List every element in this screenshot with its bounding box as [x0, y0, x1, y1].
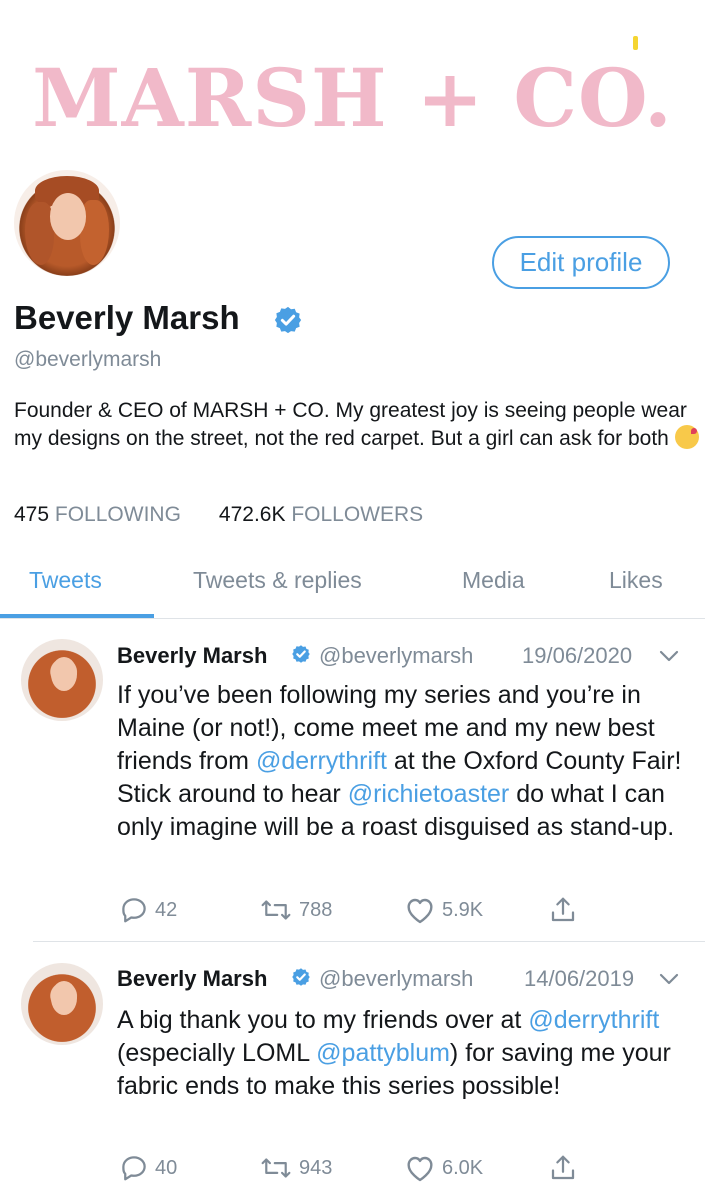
- tweet-text-part: A big thank you to my friends over at: [117, 1006, 529, 1034]
- mention-link[interactable]: @derrythrift: [528, 1006, 659, 1034]
- chevron-down-icon[interactable]: [659, 972, 679, 986]
- verified-icon: [274, 306, 302, 334]
- tab-tweets-replies[interactable]: Tweets & replies: [193, 567, 362, 594]
- tweet-avatar[interactable]: [21, 639, 103, 721]
- tweet-author-handle[interactable]: @beverlymarsh: [319, 643, 473, 669]
- verified-icon: [292, 968, 310, 986]
- heart-icon: [407, 898, 433, 924]
- banner-logo: MARSH + CO.: [32, 51, 673, 145]
- share-icon: [551, 897, 575, 922]
- profile-handle: @beverlymarsh: [14, 348, 162, 371]
- tweet-author-name[interactable]: Beverly Marsh: [117, 643, 267, 669]
- tab-media[interactable]: Media: [462, 567, 525, 594]
- like-count: 5.9K: [442, 898, 484, 921]
- retweet-icon: [261, 900, 291, 920]
- reply-count: 42: [155, 898, 178, 921]
- retweet-count: 943: [299, 1156, 333, 1179]
- tweet-author-handle[interactable]: @beverlymarsh: [319, 966, 473, 992]
- like-button[interactable]: 6.0K: [404, 1153, 483, 1183]
- reply-button[interactable]: 42: [119, 895, 177, 925]
- following-count: 475: [14, 503, 50, 526]
- tweet-text: If you’ve been following my series and y…: [117, 679, 697, 844]
- tweet-item[interactable]: Beverly Marsh @beverlymarsh 19/06/2020 I…: [0, 620, 705, 940]
- retweet-count: 788: [299, 898, 333, 921]
- banner-mark: [633, 36, 638, 50]
- followers-link[interactable]: 472.6K FOLLOWERS: [219, 503, 423, 526]
- avatar-image: [14, 170, 120, 276]
- reply-count: 40: [155, 1156, 178, 1179]
- tweet-avatar[interactable]: [21, 963, 103, 1045]
- tweet-item[interactable]: Beverly Marsh @beverlymarsh 14/06/2019 A…: [0, 942, 705, 1200]
- edit-profile-button[interactable]: Edit profile: [492, 236, 670, 289]
- retweet-button[interactable]: 788: [259, 895, 332, 925]
- followers-count: 472.6K: [218, 503, 286, 526]
- tweet-date[interactable]: 14/06/2019: [524, 966, 634, 992]
- retweet-button[interactable]: 943: [259, 1153, 332, 1183]
- profile-avatar[interactable]: [10, 166, 124, 280]
- reply-button[interactable]: 40: [119, 1153, 177, 1183]
- profile-banner: MARSH + CO.: [0, 0, 705, 185]
- profile-bio: Founder & CEO of MARSH + CO. My greatest…: [14, 397, 704, 453]
- heart-icon: [407, 1156, 433, 1182]
- tweet-date[interactable]: 19/06/2020: [522, 643, 632, 669]
- retweet-icon: [261, 1158, 291, 1178]
- profile-tabs: Tweets Tweets & replies Media Likes: [0, 548, 705, 619]
- following-label: FOLLOWING: [54, 503, 181, 526]
- profile-stats: 475 FOLLOWING 472.6K FOLLOWERS: [14, 503, 423, 527]
- tab-tweets[interactable]: Tweets: [29, 567, 102, 594]
- bio-text: Founder & CEO of MARSH + CO. My greatest…: [14, 399, 687, 450]
- active-tab-indicator: [0, 614, 154, 618]
- reply-icon: [122, 1156, 146, 1181]
- verified-icon: [292, 645, 310, 663]
- share-button[interactable]: [548, 895, 578, 925]
- tweet-text-part: (especially LOML: [117, 1039, 317, 1067]
- mention-link[interactable]: @pattyblum: [316, 1039, 450, 1067]
- share-icon: [551, 1155, 575, 1180]
- chevron-down-icon[interactable]: [659, 649, 679, 663]
- like-count: 6.0K: [442, 1156, 484, 1179]
- share-button[interactable]: [548, 1153, 578, 1183]
- tweet-author-name[interactable]: Beverly Marsh: [117, 966, 267, 992]
- followers-label: FOLLOWERS: [291, 503, 424, 526]
- mention-link[interactable]: @richietoaster: [348, 780, 510, 808]
- kiss-emoji-icon: [674, 425, 699, 449]
- like-button[interactable]: 5.9K: [404, 895, 483, 925]
- tab-likes[interactable]: Likes: [609, 567, 663, 594]
- tweet-text: A big thank you to my friends over at @d…: [117, 1004, 697, 1103]
- reply-icon: [122, 898, 146, 923]
- profile-name: Beverly Marsh: [14, 299, 240, 336]
- following-link[interactable]: 475 FOLLOWING: [14, 503, 181, 526]
- mention-link[interactable]: @derrythrift: [256, 747, 387, 775]
